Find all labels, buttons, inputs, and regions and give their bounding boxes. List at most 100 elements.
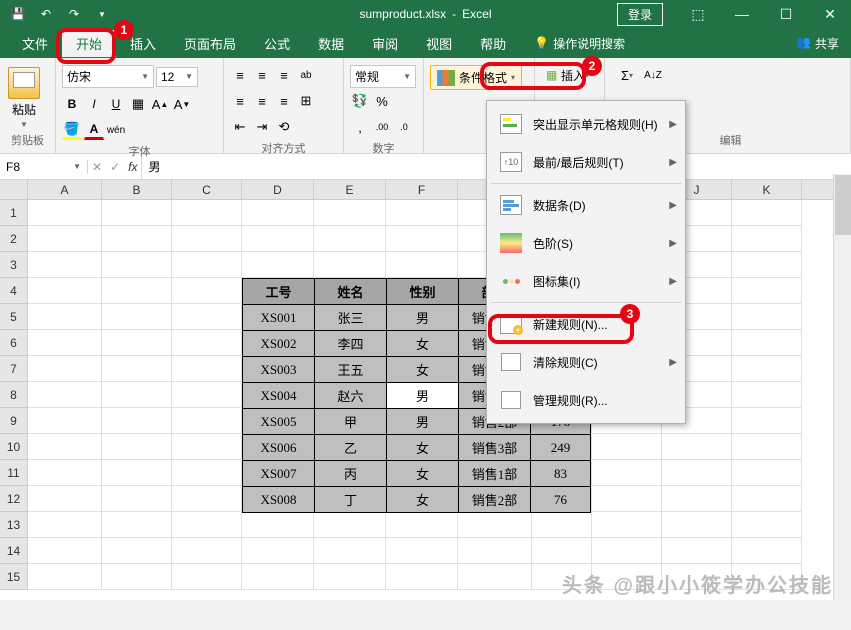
table-header[interactable]: 姓名 (315, 279, 387, 305)
cell[interactable] (28, 564, 102, 590)
sort-filter-button[interactable]: A↓Z (643, 65, 663, 85)
cell[interactable] (172, 486, 242, 512)
column-header[interactable]: D (242, 180, 314, 199)
font-color-button[interactable]: A (84, 120, 104, 140)
cell[interactable] (314, 226, 386, 252)
cell[interactable] (662, 434, 732, 460)
cell[interactable] (458, 564, 532, 590)
cell[interactable] (662, 512, 732, 538)
column-header[interactable]: B (102, 180, 172, 199)
table-header[interactable]: 工号 (243, 279, 315, 305)
cell[interactable] (102, 278, 172, 304)
table-cell[interactable]: 83 (531, 461, 591, 487)
align-bottom-button[interactable]: ≡ (274, 65, 294, 85)
row-header[interactable]: 12 (0, 486, 28, 512)
align-top-button[interactable]: ≡ (230, 65, 250, 85)
menu-highlight-rules[interactable]: 突出显示单元格规则(H)▶ (487, 105, 685, 143)
autosum-button[interactable]: Σ▾ (617, 65, 637, 85)
cell[interactable] (662, 538, 732, 564)
cell[interactable] (314, 200, 386, 226)
table-cell[interactable]: 男 (387, 409, 459, 435)
table-cell[interactable]: 张三 (315, 305, 387, 331)
cell[interactable] (314, 252, 386, 278)
decrease-indent-button[interactable]: ⇤ (230, 117, 250, 137)
cell[interactable] (172, 278, 242, 304)
column-header[interactable]: A (28, 180, 102, 199)
table-cell[interactable]: 销售1部 (459, 461, 531, 487)
italic-button[interactable]: I (84, 94, 104, 114)
percent-button[interactable]: % (372, 91, 392, 111)
comma-button[interactable]: , (350, 117, 370, 137)
row-header[interactable]: 11 (0, 460, 28, 486)
cell[interactable] (28, 356, 102, 382)
minimize-button[interactable]: — (721, 0, 763, 28)
phonetic-button[interactable]: wén (106, 120, 126, 140)
row-header[interactable]: 5 (0, 304, 28, 330)
column-header[interactable]: E (314, 180, 386, 199)
orientation-button[interactable]: ⟲ (274, 117, 294, 137)
fx-icon[interactable]: fx (128, 160, 137, 174)
fill-color-button[interactable]: 🪣 (62, 120, 82, 140)
cell[interactable] (732, 460, 802, 486)
cells-canvas[interactable]: 工号姓名性别部门数量XS001张三男销售3部93XS002李四女销售1部120X… (28, 200, 851, 600)
table-cell[interactable]: XS003 (243, 357, 315, 383)
number-format-combo[interactable]: 常规▼ (350, 65, 416, 88)
align-middle-button[interactable]: ≡ (252, 65, 272, 85)
table-cell[interactable]: 76 (531, 487, 591, 513)
column-header[interactable]: K (732, 180, 802, 199)
cell[interactable] (28, 408, 102, 434)
cell[interactable] (172, 252, 242, 278)
cell[interactable] (172, 408, 242, 434)
cell[interactable] (532, 512, 592, 538)
table-cell[interactable]: 乙 (315, 435, 387, 461)
maximize-button[interactable]: ☐ (765, 0, 807, 28)
cell[interactable] (386, 226, 458, 252)
cell[interactable] (458, 538, 532, 564)
name-box[interactable]: F8▼ (0, 160, 88, 174)
cell[interactable] (28, 434, 102, 460)
increase-indent-button[interactable]: ⇥ (252, 117, 272, 137)
cell[interactable] (28, 512, 102, 538)
tab-view[interactable]: 视图 (412, 30, 466, 57)
cell[interactable] (242, 512, 314, 538)
cell[interactable] (102, 200, 172, 226)
cancel-icon[interactable]: ✕ (92, 160, 102, 174)
cell[interactable] (592, 486, 662, 512)
row-header[interactable]: 6 (0, 330, 28, 356)
table-cell[interactable]: XS005 (243, 409, 315, 435)
font-name-combo[interactable]: 仿宋▼ (62, 65, 154, 88)
cell[interactable] (732, 356, 802, 382)
border-button[interactable]: ▦ (128, 94, 148, 114)
cell[interactable] (314, 538, 386, 564)
tab-home[interactable]: 开始 (62, 30, 116, 57)
cell[interactable] (732, 330, 802, 356)
menu-new-rule[interactable]: 新建规则(N)... (487, 305, 685, 343)
cell[interactable] (172, 200, 242, 226)
cell[interactable] (732, 304, 802, 330)
tab-formula[interactable]: 公式 (250, 30, 304, 57)
row-header[interactable]: 13 (0, 512, 28, 538)
table-cell[interactable]: 李四 (315, 331, 387, 357)
cell[interactable] (172, 382, 242, 408)
row-header[interactable]: 15 (0, 564, 28, 590)
cell[interactable] (102, 408, 172, 434)
cell[interactable] (386, 564, 458, 590)
enter-icon[interactable]: ✓ (110, 160, 120, 174)
table-cell[interactable]: 丁 (315, 487, 387, 513)
table-cell[interactable]: 丙 (315, 461, 387, 487)
currency-button[interactable]: 💱 (350, 91, 370, 111)
table-cell[interactable]: 销售3部 (459, 435, 531, 461)
cell[interactable] (102, 356, 172, 382)
cell[interactable] (28, 304, 102, 330)
align-right-button[interactable]: ≡ (274, 91, 294, 111)
vertical-scrollbar[interactable] (833, 174, 851, 600)
cell[interactable] (662, 460, 732, 486)
table-cell[interactable]: 销售2部 (459, 487, 531, 513)
select-all-corner[interactable] (0, 180, 28, 199)
cell[interactable] (28, 252, 102, 278)
cell[interactable] (458, 512, 532, 538)
wrap-text-button[interactable]: ab (296, 65, 316, 85)
table-cell[interactable]: 男 (387, 305, 459, 331)
paste-button[interactable]: 粘贴 ▼ (6, 65, 42, 131)
cell[interactable] (172, 330, 242, 356)
